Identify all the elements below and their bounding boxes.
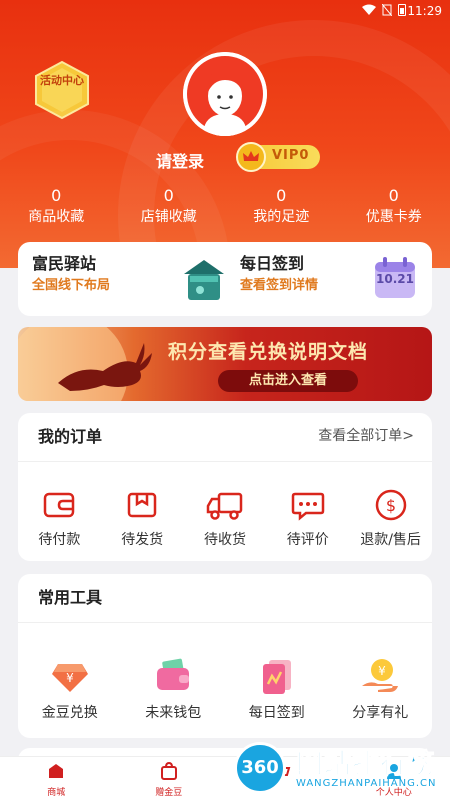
tool-share-gift[interactable]: ¥ 分享有礼: [329, 656, 433, 722]
wallet-icon: [157, 658, 190, 690]
tool-label: 分享有礼: [352, 705, 409, 721]
stat-label: 店铺收藏: [140, 209, 197, 225]
vip-level-label: VIP0: [272, 148, 310, 163]
svg-text:¥: ¥: [66, 671, 74, 685]
tool-future-wallet[interactable]: 未来钱包: [122, 656, 226, 722]
signin-title: 每日签到: [240, 254, 305, 273]
orders-title: 我的订单: [38, 427, 103, 446]
stat-count: 0: [388, 186, 399, 205]
watermark-url: WANGZHANPAIHANG.CN: [296, 778, 437, 789]
stat-label: 优惠卡券: [365, 209, 422, 225]
nav-label: 商城: [47, 788, 66, 798]
stat-count: 0: [163, 186, 174, 205]
stat-label: 商品收藏: [28, 209, 85, 225]
stat-count: 0: [276, 186, 287, 205]
banner-enter-button[interactable]: 点击进入查看: [218, 370, 358, 392]
watermark-text: 网站排行榜: [296, 749, 436, 781]
stat-count: 0: [51, 186, 62, 205]
order-pending-shipment[interactable]: 待发货: [101, 487, 184, 549]
crown-icon: [236, 142, 266, 172]
rabbit-icon: [58, 343, 152, 391]
tool-label: 每日签到: [248, 705, 305, 721]
my-orders-card: 我的订单 查看全部订单> 待付款 待发货 待收货 待评价 $ 退款/售后: [18, 413, 432, 561]
station-signin-card: 富民驿站 全国线下布局 每日签到 查看签到详情 10.21: [18, 242, 432, 316]
order-status-label: 待收货: [203, 532, 246, 548]
mall-icon: [49, 764, 64, 778]
package-icon: [127, 492, 157, 518]
tool-label: 金豆兑换: [41, 705, 98, 721]
order-refund[interactable]: $ 退款/售后: [349, 487, 432, 549]
vip-badge[interactable]: VIP0: [236, 142, 320, 172]
hexagon-badge-icon: [35, 60, 89, 120]
signin-subtitle: 查看签到详情: [240, 278, 319, 293]
nav-mall[interactable]: 商城: [0, 757, 113, 800]
station-house-icon: [184, 260, 224, 300]
comment-icon: [291, 492, 325, 521]
stat-store-favorites[interactable]: 0 店铺收藏: [113, 186, 226, 230]
svg-text:$: $: [385, 496, 395, 515]
station-subtitle: 全国线下布局: [32, 278, 111, 293]
nav-label: 赠金豆: [155, 788, 183, 798]
divider: [18, 622, 432, 623]
calendar-icon: 10.21: [371, 254, 419, 302]
status-bar: 11:29: [0, 0, 450, 22]
stat-coupons[interactable]: 0 优惠卡券: [338, 186, 450, 230]
stat-label: 我的足迹: [253, 209, 310, 225]
wallet-icon: [44, 492, 75, 518]
bag-icon: [160, 761, 177, 780]
order-status-label: 待付款: [38, 532, 81, 548]
banner-title: 积分查看兑换说明文档: [168, 341, 369, 363]
activity-center-badge[interactable]: 活动中心: [34, 60, 90, 120]
stats-row: 0 商品收藏 0 店铺收藏 0 我的足迹 0 优惠卡券: [0, 186, 450, 230]
wifi-icon: [362, 4, 376, 15]
activity-center-label: 活动中心: [40, 74, 84, 87]
truck-icon: [206, 492, 243, 520]
stat-footprints[interactable]: 0 我的足迹: [225, 186, 338, 230]
stat-product-favorites[interactable]: 0 商品收藏: [0, 186, 113, 230]
sign-in-icon: [262, 660, 291, 694]
tools-title: 常用工具: [38, 588, 103, 607]
order-status-label: 退款/售后: [360, 532, 421, 548]
watermark-badge: 360: [234, 742, 286, 794]
battery-icon: [398, 4, 406, 16]
login-link[interactable]: 请登录: [156, 148, 204, 172]
avatar-face-icon: [183, 52, 267, 136]
refund-icon: $: [375, 489, 406, 521]
view-all-orders-link[interactable]: 查看全部订单>: [318, 425, 414, 445]
order-pending-review[interactable]: 待评价: [266, 487, 349, 549]
nav-gift-beans[interactable]: 赠金豆: [113, 757, 226, 800]
no-sim-icon: [382, 4, 392, 16]
status-time: 11:29: [407, 4, 442, 18]
divider: [18, 461, 432, 462]
tools-row: ¥ 金豆兑换 未来钱包 每日签到 ¥ 分享有礼: [18, 656, 432, 722]
order-status-label: 待发货: [121, 532, 164, 548]
points-banner[interactable]: 积分查看兑换说明文档 点击进入查看: [18, 327, 432, 401]
profile-header: 11:29 活动中心 请登录 VIP0 0 商品收藏 0 店铺收藏 0 我的足迹…: [0, 0, 450, 268]
share-gift-icon: ¥: [362, 659, 399, 692]
station-title: 富民驿站: [32, 254, 97, 273]
diamond-yen-icon: ¥: [51, 664, 88, 692]
common-tools-card: 常用工具 ¥ 金豆兑换 未来钱包 每日签到 ¥ 分享有礼: [18, 574, 432, 738]
order-status-row: 待付款 待发货 待收货 待评价 $ 退款/售后: [18, 487, 432, 549]
order-pending-payment[interactable]: 待付款: [18, 487, 101, 549]
site-watermark: 360 网站排行榜 WANGZHANPAIHANG.CN: [234, 738, 450, 800]
avatar[interactable]: [183, 52, 267, 136]
order-pending-receipt[interactable]: 待收货: [184, 487, 267, 549]
tool-gold-bean-exchange[interactable]: ¥ 金豆兑换: [18, 656, 122, 722]
svg-text:¥: ¥: [378, 664, 386, 678]
calendar-date: 10.21: [376, 272, 414, 286]
tool-label: 未来钱包: [145, 705, 202, 721]
tool-daily-signin[interactable]: 每日签到: [225, 656, 329, 722]
order-status-label: 待评价: [286, 532, 329, 548]
